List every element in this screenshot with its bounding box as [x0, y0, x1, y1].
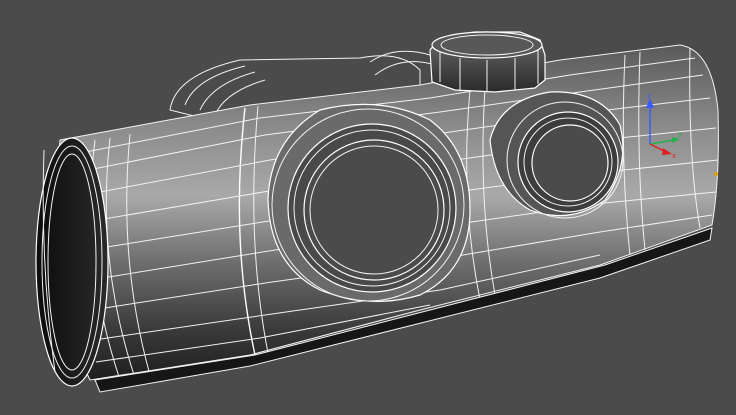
x-axis-arrow-icon: [662, 148, 672, 155]
y-axis-line: [649, 139, 675, 145]
z-axis-label: z: [647, 92, 651, 100]
mesh-scene[interactable]: [0, 0, 736, 415]
top-nut: [429, 31, 546, 93]
large-port: [267, 103, 471, 303]
x-axis-label: x: [672, 152, 676, 160]
3d-viewport[interactable]: z y x: [0, 0, 736, 415]
y-axis-label: y: [678, 130, 682, 138]
vertex-marker-icon: [714, 172, 718, 176]
left-end-cap: [35, 137, 109, 387]
axis-gizmo: z y x: [646, 92, 682, 160]
